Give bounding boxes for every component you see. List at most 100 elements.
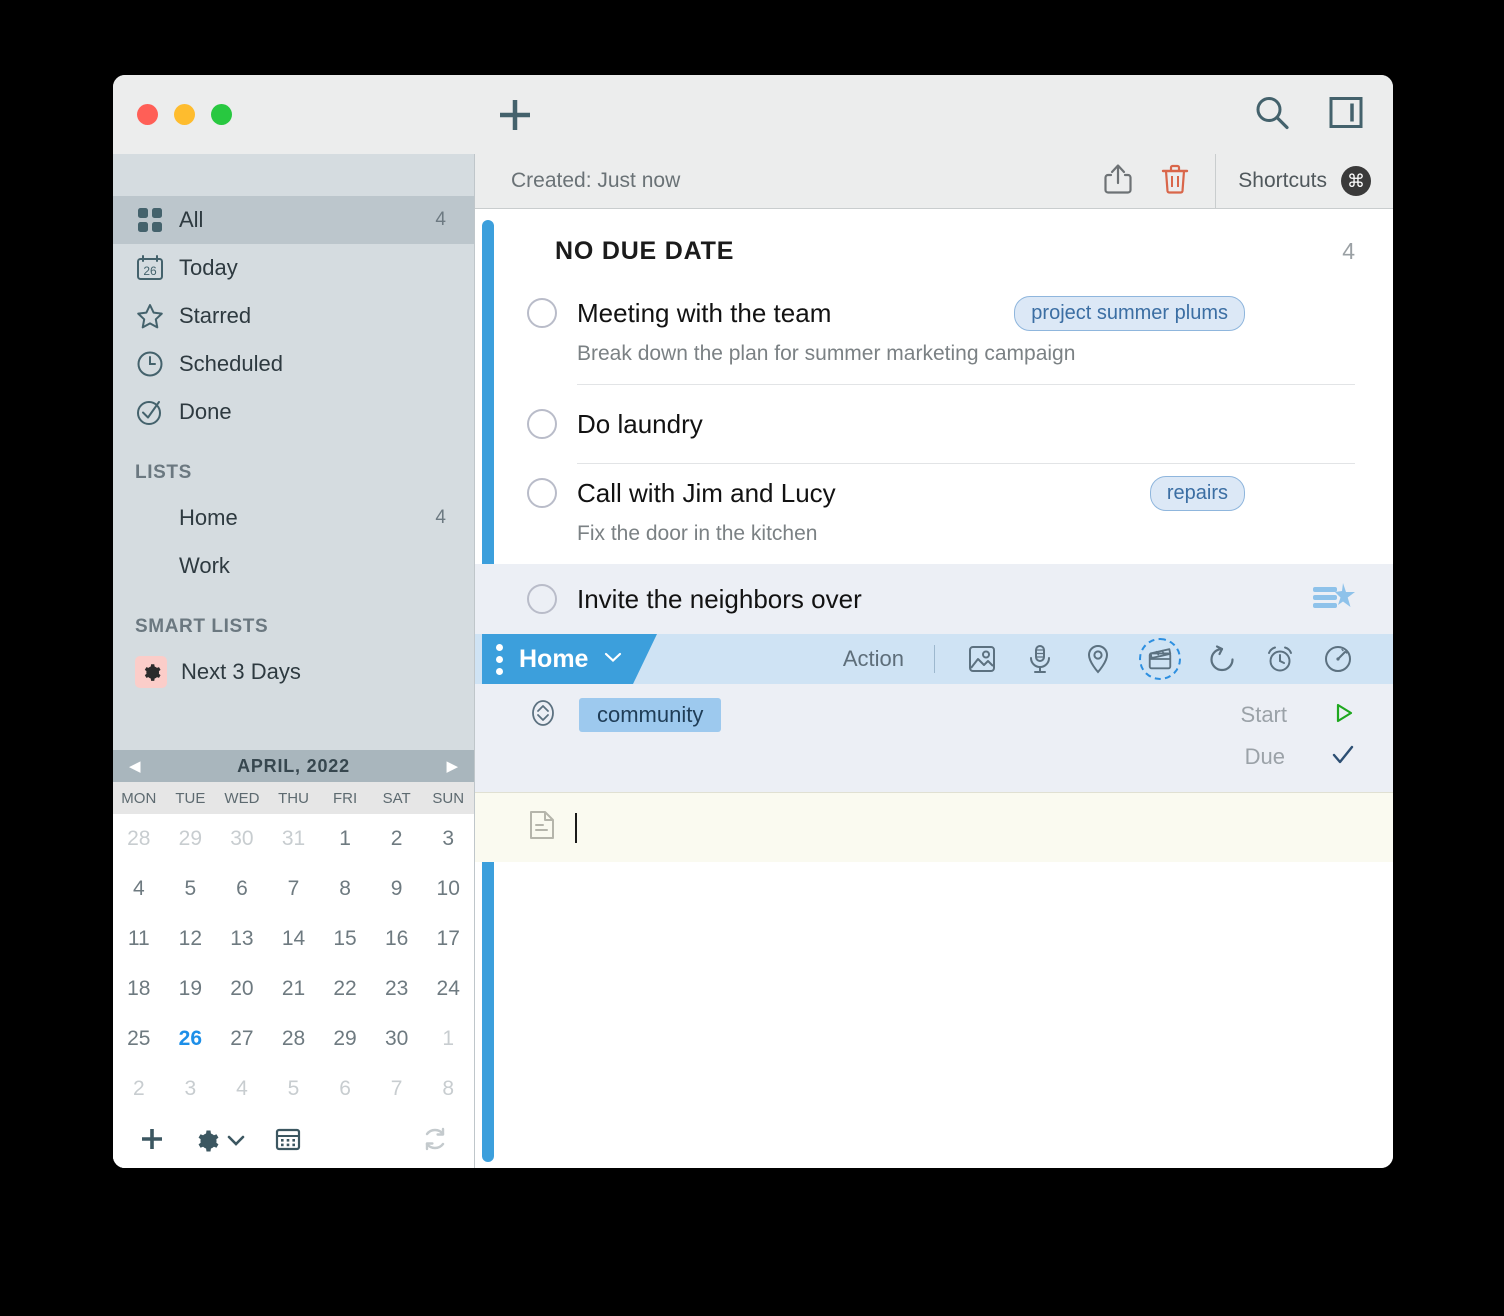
sidebar-toggle-icon[interactable] <box>1327 93 1365 136</box>
table-row[interactable]: Meeting with the team project summer plu… <box>475 284 1393 384</box>
checkmark-icon[interactable] <box>1331 744 1355 771</box>
calendar-day-cell[interactable]: 13 <box>216 914 268 964</box>
shortcuts-button[interactable]: Shortcuts ⌘ <box>1215 154 1393 208</box>
sidebar-top-spacer <box>113 154 474 196</box>
calendar-day-cell[interactable]: 19 <box>165 964 217 1014</box>
calendar-day-cell[interactable]: 3 <box>422 814 474 864</box>
calendar-day-cell[interactable]: 28 <box>268 1014 320 1064</box>
calendar-day-cell[interactable]: 20 <box>216 964 268 1014</box>
calendar-day-cell[interactable]: 6 <box>319 1064 371 1114</box>
close-button[interactable] <box>137 104 158 125</box>
calendar-day-cell[interactable]: 9 <box>371 864 423 914</box>
calendar-day-cell[interactable]: 5 <box>165 864 217 914</box>
chevron-down-icon[interactable] <box>604 650 622 668</box>
sidebar-item-home[interactable]: Home 4 <box>113 494 474 542</box>
trash-icon[interactable] <box>1161 163 1189 200</box>
alarm-clock-icon[interactable] <box>1263 642 1297 676</box>
minimize-button[interactable] <box>174 104 195 125</box>
calendar-day-cell[interactable]: 28 <box>113 814 165 864</box>
task-complete-checkbox[interactable] <box>527 584 557 614</box>
table-row[interactable]: Do laundry <box>475 385 1393 463</box>
gear-icon[interactable] <box>195 1129 245 1153</box>
calendar-day-cell[interactable]: 1 <box>319 814 371 864</box>
microphone-icon[interactable] <box>1023 642 1057 676</box>
priority-chevrons-icon[interactable] <box>527 697 559 734</box>
calendar-day-cell[interactable]: 11 <box>113 914 165 964</box>
share-icon[interactable] <box>1103 163 1133 200</box>
calendar-next-month-button[interactable]: ▶ <box>446 759 458 774</box>
calendar-day-cell[interactable]: 31 <box>268 814 320 864</box>
start-label: Start <box>1240 702 1287 727</box>
calendar-day-cell[interactable]: 12 <box>165 914 217 964</box>
calendar-day-cell[interactable]: 14 <box>268 914 320 964</box>
clapperboard-icon[interactable] <box>1139 638 1181 680</box>
calendar-day-cell[interactable]: 10 <box>422 864 474 914</box>
calendar-day-cell[interactable]: 7 <box>371 1064 423 1114</box>
editor-tag-chip[interactable]: community <box>579 698 722 732</box>
calendar-day-cell[interactable]: 29 <box>319 1014 371 1064</box>
calendar-day-cell[interactable]: 15 <box>319 914 371 964</box>
editor-list-selector[interactable]: Home <box>482 634 657 684</box>
calendar-day-cell[interactable]: 8 <box>422 1064 474 1114</box>
sidebar-item-starred[interactable]: Starred <box>113 292 474 340</box>
calendar-day-cell[interactable]: 30 <box>216 814 268 864</box>
calendar-day-cell[interactable]: 26 <box>165 1014 217 1064</box>
sidebar-item-all[interactable]: All 4 <box>113 196 474 244</box>
task-tag-pill[interactable]: repairs <box>1149 475 1245 511</box>
calendar-day-cell[interactable]: 4 <box>216 1064 268 1114</box>
timer-icon[interactable] <box>1321 642 1355 676</box>
task-complete-checkbox[interactable] <box>527 409 557 439</box>
calendar-day-cell[interactable]: 1 <box>422 1014 474 1064</box>
search-icon[interactable] <box>1253 93 1291 136</box>
sidebar-item-next-3-days[interactable]: Next 3 Days <box>113 648 474 696</box>
calendar-day-cell[interactable]: 3 <box>165 1064 217 1114</box>
toolbar-divider <box>934 645 935 673</box>
calendar-day-cell[interactable]: 24 <box>422 964 474 1014</box>
drag-handle-icon[interactable] <box>496 644 503 675</box>
calendar-day-cell[interactable]: 16 <box>371 914 423 964</box>
image-icon[interactable] <box>965 642 999 676</box>
task-complete-checkbox[interactable] <box>527 298 557 328</box>
table-row[interactable]: Call with Jim and Lucy repairs Fix the d… <box>475 464 1393 564</box>
calendar-day-cell[interactable]: 22 <box>319 964 371 1014</box>
calendar-prev-month-button[interactable]: ◀ <box>129 759 141 774</box>
calendar-footer <box>113 1114 474 1168</box>
calendar-day-cell[interactable]: 29 <box>165 814 217 864</box>
calendar-day-cell[interactable]: 4 <box>113 864 165 914</box>
play-triangle-icon[interactable] <box>1333 702 1355 729</box>
list-star-icon[interactable] <box>1311 581 1355 618</box>
calendar-day-cell[interactable]: 2 <box>371 814 423 864</box>
calendar-day-cell[interactable]: 6 <box>216 864 268 914</box>
add-task-button[interactable] <box>494 94 536 136</box>
calendar-day-cell[interactable]: 18 <box>113 964 165 1014</box>
plus-icon[interactable] <box>139 1126 165 1157</box>
location-pin-icon[interactable] <box>1081 642 1115 676</box>
day-header: THU <box>278 789 309 807</box>
sidebar-item-label: Scheduled <box>179 351 283 376</box>
sidebar-item-today[interactable]: 26 Today <box>113 244 474 292</box>
action-label[interactable]: Action <box>843 646 904 672</box>
table-row[interactable]: Invite the neighbors over <box>475 564 1393 634</box>
calendar-day-cell[interactable]: 25 <box>113 1014 165 1064</box>
editor-note-row[interactable] <box>475 792 1393 862</box>
calendar-day-cell[interactable]: 5 <box>268 1064 320 1114</box>
repeat-icon[interactable] <box>1205 642 1239 676</box>
sidebar-item-work[interactable]: Work <box>113 542 474 590</box>
task-tag-pill[interactable]: project summer plums <box>1014 295 1245 331</box>
calendar-day-cell[interactable]: 23 <box>371 964 423 1014</box>
sync-icon[interactable] <box>422 1126 448 1157</box>
sidebar-item-scheduled[interactable]: Scheduled <box>113 340 474 388</box>
calendar-day-cell[interactable]: 21 <box>268 964 320 1014</box>
app-window: All 4 26 Today Starred Scheduled Done LI… <box>113 75 1393 1168</box>
calendar-day-cell[interactable]: 2 <box>113 1064 165 1114</box>
calendar-day-cell[interactable]: 27 <box>216 1014 268 1064</box>
calendar-day-cell[interactable]: 8 <box>319 864 371 914</box>
calendar-icon[interactable] <box>275 1126 301 1157</box>
calendar-day-cell[interactable]: 17 <box>422 914 474 964</box>
calendar-day-cell[interactable]: 30 <box>371 1014 423 1064</box>
maximize-button[interactable] <box>211 104 232 125</box>
sidebar-item-done[interactable]: Done <box>113 388 474 436</box>
task-complete-checkbox[interactable] <box>527 478 557 508</box>
calendar-day-cell[interactable]: 7 <box>268 864 320 914</box>
task-editor: Home Action community Start Due <box>475 634 1393 862</box>
